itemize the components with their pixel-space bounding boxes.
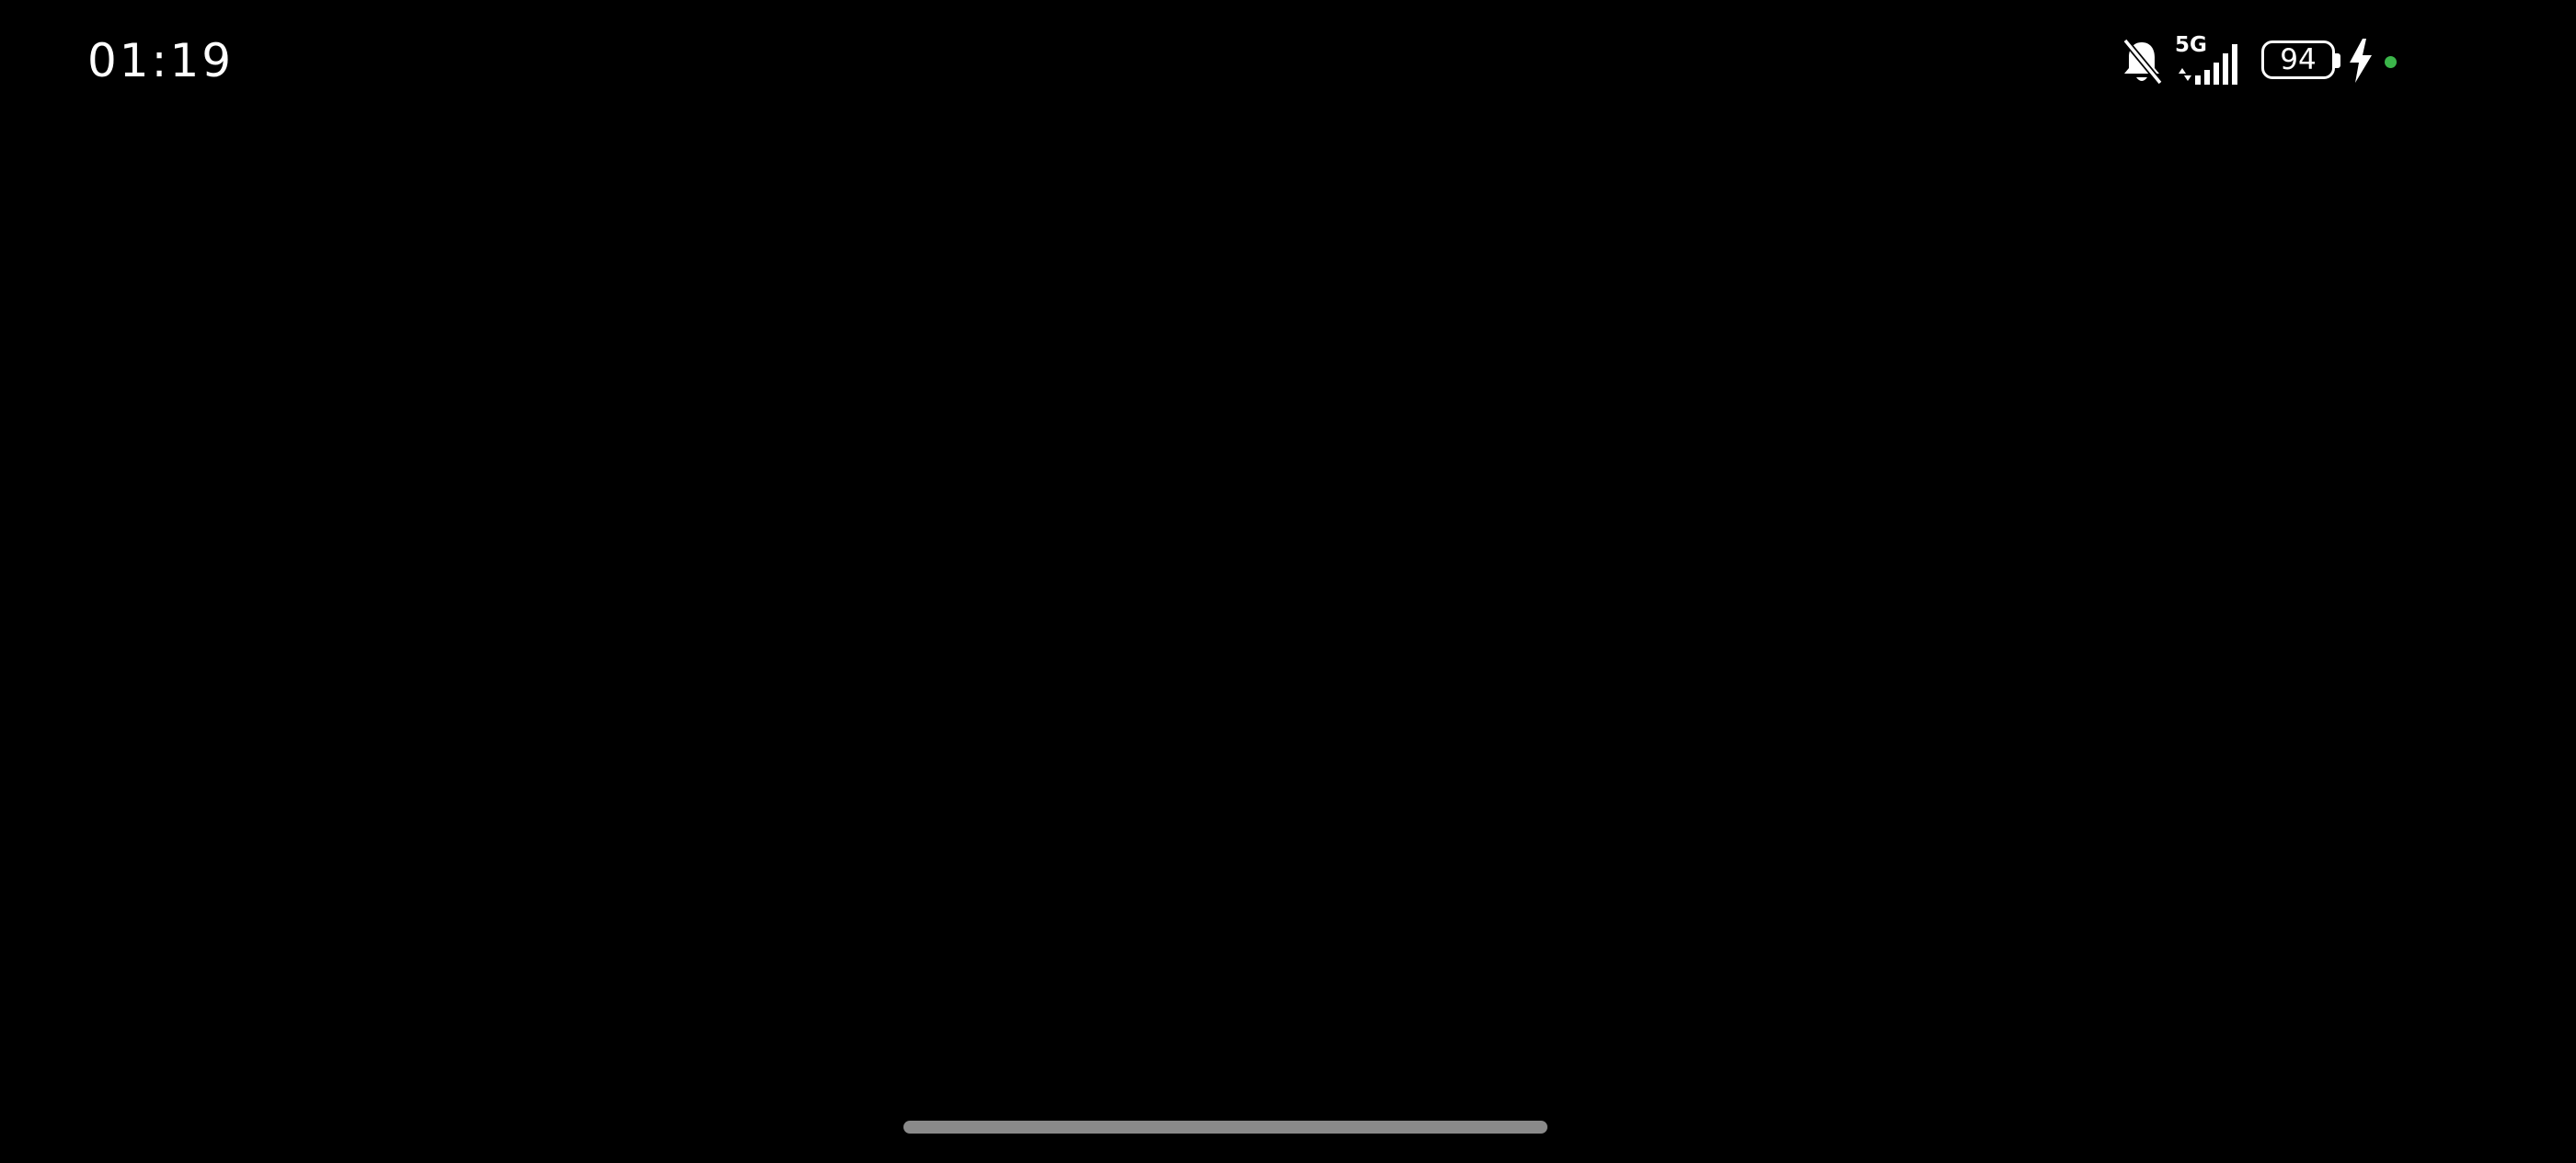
privacy-dot-icon [2385,56,2397,68]
status-bar: 01:19 5G 94 [0,0,2576,125]
bell-off-icon [2120,37,2164,88]
status-icons: 5G 94 [2116,28,2410,98]
cellular-network: 5G [2175,33,2248,92]
blank-screen: 01:19 5G 94 [0,0,2576,1163]
cellular-signal-icon [2179,44,2237,85]
home-indicator[interactable] [903,1121,1547,1134]
battery-level: 94 [2280,43,2317,76]
battery-icon: 94 [2261,40,2335,79]
status-time: 01:19 [87,34,235,87]
battery-tip [2335,53,2340,68]
charging-bolt-icon [2346,37,2375,85]
